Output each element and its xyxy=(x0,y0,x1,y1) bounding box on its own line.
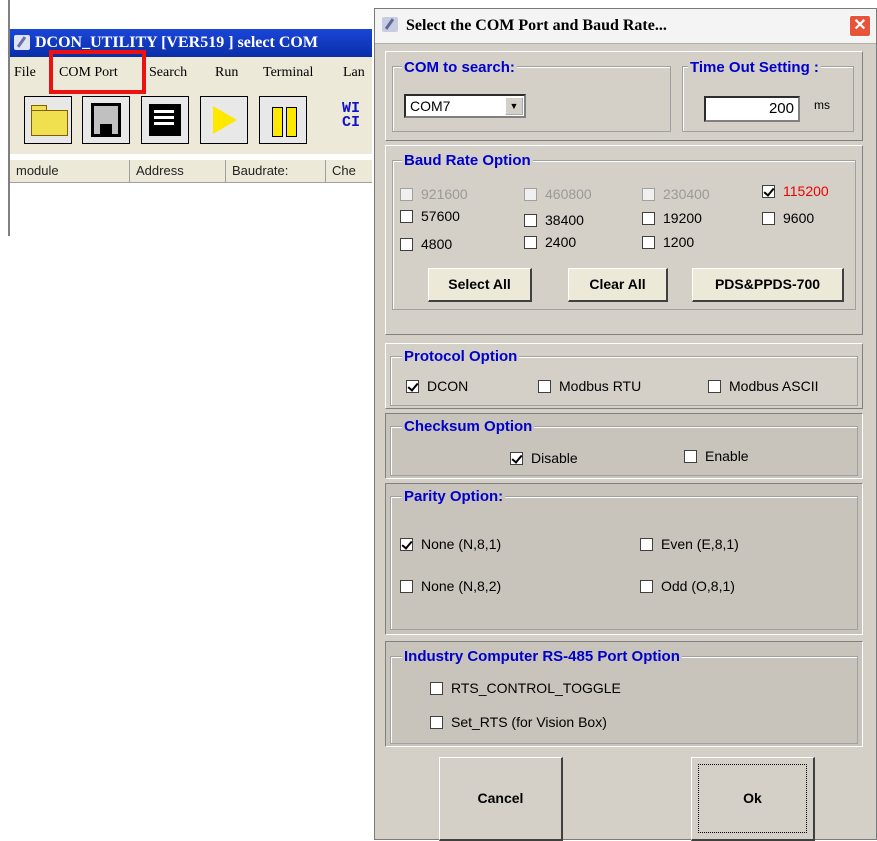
checksum-panel: Checksum Option Disable Enable xyxy=(385,413,863,479)
pds-ppds-700-button[interactable]: PDS&PPDS-700 xyxy=(692,268,844,302)
rts-control-toggle-checkbox[interactable]: RTS_CONTROL_TOGGLE xyxy=(430,680,621,696)
timeout-title: Time Out Setting : xyxy=(688,59,821,76)
com-port-dialog: Select the COM Port and Baud Rate... ✕ C… xyxy=(374,8,877,841)
timeout-input[interactable]: 200 xyxy=(704,96,800,122)
run-button[interactable] xyxy=(200,96,248,144)
baud-rate-title: Baud Rate Option xyxy=(402,152,533,169)
protocol-title: Protocol Option xyxy=(402,348,520,365)
baud-4800-checkbox[interactable]: 4800 xyxy=(400,236,452,252)
menu-search[interactable]: Search xyxy=(149,65,187,81)
floppy-disk-icon xyxy=(91,103,121,137)
dialog-title: Select the COM Port and Baud Rate... xyxy=(406,17,667,34)
parity-group xyxy=(390,496,858,630)
industry-group xyxy=(390,656,858,744)
save-button[interactable] xyxy=(82,96,130,144)
baud-2400-checkbox[interactable]: 2400 xyxy=(524,234,576,250)
industry-panel: Industry Computer RS-485 Port Option RTS… xyxy=(385,641,863,747)
cancel-button[interactable]: Cancel xyxy=(439,757,563,841)
parity-none-n81-checkbox[interactable]: None (N,8,1) xyxy=(400,536,501,552)
column-header-checksum[interactable]: Che xyxy=(326,160,372,182)
focus-rectangle xyxy=(698,764,807,833)
toolbar-logo: WI CI xyxy=(342,100,361,131)
protocol-panel: Protocol Option DCON Modbus RTU Modbus A… xyxy=(385,343,863,409)
ok-button[interactable]: Ok xyxy=(691,757,815,841)
pause-icon xyxy=(272,107,283,137)
checksum-disable-checkbox[interactable]: Disable xyxy=(510,450,578,466)
column-header-module[interactable]: module xyxy=(10,160,130,182)
com-timeout-panel: COM to search: COM7 ▼ Time Out Setting :… xyxy=(385,51,863,141)
toolbar: WI CI xyxy=(10,90,372,154)
column-header-baudrate[interactable]: Baudrate: xyxy=(226,160,326,182)
checksum-enable-checkbox[interactable]: Enable xyxy=(684,448,749,464)
baud-19200-checkbox[interactable]: 19200 xyxy=(642,210,702,226)
timeout-unit: ms xyxy=(814,98,830,112)
menu-terminal[interactable]: Terminal xyxy=(263,65,313,81)
baud-9600-checkbox[interactable]: 9600 xyxy=(762,210,814,226)
baud-57600-checkbox[interactable]: 57600 xyxy=(400,208,460,224)
main-window: DCON_UTILITY [VER519 ] select COM File C… xyxy=(0,0,372,236)
module-table-header: module Address Baudrate: Che xyxy=(10,160,372,183)
industry-title: Industry Computer RS-485 Port Option xyxy=(402,648,682,665)
parity-title: Parity Option: xyxy=(402,488,506,505)
baud-460800-checkbox[interactable]: 460800 xyxy=(524,186,592,202)
menu-lan[interactable]: Lan xyxy=(343,65,365,81)
print-button[interactable] xyxy=(141,96,189,144)
parity-panel: Parity Option: None (N,8,1) Even (E,8,1)… xyxy=(385,483,863,635)
clear-all-button[interactable]: Clear All xyxy=(568,268,668,302)
baud-1200-checkbox[interactable]: 1200 xyxy=(642,234,694,250)
dialog-title-bar: Select the COM Port and Baud Rate... ✕ xyxy=(375,9,876,44)
parity-odd-o81-checkbox[interactable]: Odd (O,8,1) xyxy=(640,578,735,594)
dialog-app-icon xyxy=(382,17,398,32)
baud-rate-panel: Baud Rate Option 921600 460800 230400 11… xyxy=(385,145,863,335)
baud-230400-checkbox[interactable]: 230400 xyxy=(642,186,710,202)
protocol-modbus-rtu-checkbox[interactable]: Modbus RTU xyxy=(538,378,641,394)
baud-921600-checkbox[interactable]: 921600 xyxy=(400,186,468,202)
app-icon xyxy=(14,35,30,50)
com-search-title: COM to search: xyxy=(402,59,517,76)
column-header-address[interactable]: Address xyxy=(130,160,226,182)
open-folder-button[interactable] xyxy=(24,96,72,144)
pause-button[interactable] xyxy=(259,96,307,144)
protocol-modbus-ascii-checkbox[interactable]: Modbus ASCII xyxy=(708,378,819,394)
printer-icon xyxy=(149,104,181,136)
com-port-value: COM7 xyxy=(410,98,451,114)
menu-run[interactable]: Run xyxy=(215,65,238,81)
baud-115200-checkbox[interactable]: 115200 xyxy=(762,183,829,199)
baud-38400-checkbox[interactable]: 38400 xyxy=(524,212,584,228)
close-icon[interactable]: ✕ xyxy=(849,15,871,37)
parity-none-n82-checkbox[interactable]: None (N,8,2) xyxy=(400,578,501,594)
com-port-select[interactable]: COM7 ▼ xyxy=(404,94,526,118)
menu-file[interactable]: File xyxy=(14,65,36,81)
select-all-button[interactable]: Select All xyxy=(428,268,532,302)
protocol-dcon-checkbox[interactable]: DCON xyxy=(406,378,468,394)
menu-highlight-box xyxy=(49,50,146,94)
checksum-title: Checksum Option xyxy=(402,418,535,435)
set-rts-checkbox[interactable]: Set_RTS (for Vision Box) xyxy=(430,714,607,730)
parity-even-e81-checkbox[interactable]: Even (E,8,1) xyxy=(640,536,739,552)
play-icon xyxy=(213,106,237,134)
chevron-down-icon[interactable]: ▼ xyxy=(505,97,523,115)
